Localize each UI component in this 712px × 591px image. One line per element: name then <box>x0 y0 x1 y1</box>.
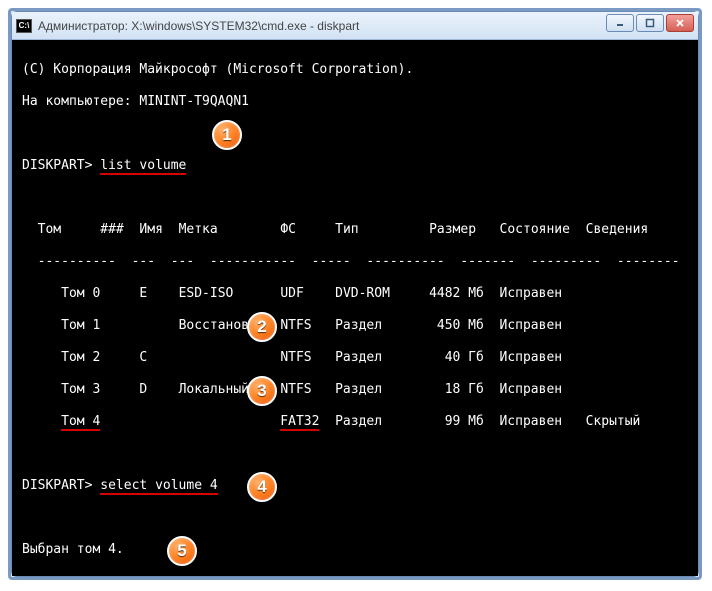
console-area[interactable]: (C) Корпорация Майкрософт (Microsoft Cor… <box>12 40 698 576</box>
minimize-button[interactable] <box>606 14 634 32</box>
annotation-badge-2: 2 <box>247 312 277 342</box>
copyright-line: (C) Корпорация Майкрософт (Microsoft Cor… <box>22 62 688 78</box>
annotation-badge-3: 3 <box>247 376 277 406</box>
annotation-badge-4: 4 <box>247 472 277 502</box>
annotation-badge-1: 1 <box>212 120 242 150</box>
prompt-2: DISKPART> select volume 4 <box>22 478 688 494</box>
maximize-icon <box>645 18 655 28</box>
computer-line: На компьютере: MININT-T9QAQN1 <box>22 94 688 110</box>
screenshot-frame: C:\ Администратор: X:\windows\SYSTEM32\c… <box>8 8 702 580</box>
minimize-icon <box>615 18 625 28</box>
titlebar[interactable]: C:\ Администратор: X:\windows\SYSTEM32\c… <box>12 12 698 40</box>
window-controls <box>606 14 694 32</box>
table-row: Том 4 FAT32 Раздел 99 Мб Исправен Скрыты… <box>22 414 688 430</box>
table-row: Том 1 Восстановит NTFS Раздел 450 Мб Исп… <box>22 318 688 334</box>
cmd-list-volume: list volume <box>100 158 186 175</box>
table-row: Том 3 D Локальный д NTFS Раздел 18 Гб Ис… <box>22 382 688 398</box>
window-title: Администратор: X:\windows\SYSTEM32\cmd.e… <box>38 19 694 33</box>
cmd-select-volume: select volume 4 <box>100 478 217 495</box>
cmd-window: C:\ Администратор: X:\windows\SYSTEM32\c… <box>11 11 699 577</box>
table-separator: ---------- --- --- ----------- ----- ---… <box>22 254 688 270</box>
msg-selected: Выбран том 4. <box>22 542 688 558</box>
close-icon <box>675 18 685 28</box>
close-button[interactable] <box>666 14 694 32</box>
maximize-button[interactable] <box>636 14 664 32</box>
annotation-badge-5: 5 <box>167 536 197 566</box>
table-row: Том 2 C NTFS Раздел 40 Гб Исправен <box>22 350 688 366</box>
table-header: Том ### Имя Метка ФС Тип Размер Состояни… <box>22 222 688 238</box>
prompt-1: DISKPART> list volume <box>22 158 688 174</box>
table-row: Том 0 E ESD-ISO UDF DVD-ROM 4482 Мб Испр… <box>22 286 688 302</box>
cmd-icon: C:\ <box>16 19 32 33</box>
